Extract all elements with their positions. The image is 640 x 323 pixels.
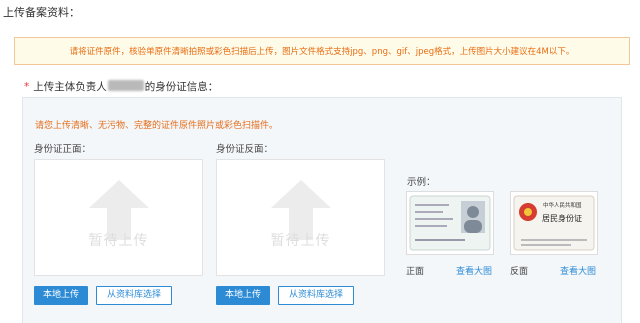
section-title: 上传备案资料： <box>3 6 80 19</box>
sample-back-card: 中华人民共和国 居民身份证 <box>510 191 598 255</box>
sample-front-card <box>406 191 494 255</box>
sample-back-caption: 反面 <box>510 267 529 277</box>
front-local-upload-button[interactable]: 本地上传 <box>34 286 88 305</box>
sample-back-view-large-link[interactable]: 查看大图 <box>560 264 596 277</box>
back-placeholder: 暂待上传 <box>270 233 331 249</box>
redacted-name <box>107 80 144 91</box>
notice-text: 请将证件原件，核验单原件清晰拍照或彩色扫描后上传，图片文件格式支持jpg、png… <box>69 47 575 57</box>
sample-back-title: 居民身份证 <box>542 214 582 223</box>
upload-heading: * 上传主体负责人 的身份证信息： <box>24 79 218 94</box>
upload-heading-prefix: 上传主体负责人 <box>33 81 107 93</box>
front-label: 身份证正面： <box>34 144 92 155</box>
id-front-illustration <box>409 195 491 251</box>
sample-back-header: 中华人民共和国 <box>543 203 582 209</box>
back-label: 身份证反面： <box>216 144 274 155</box>
sample-title: 示例： <box>407 177 436 188</box>
national-emblem-icon <box>519 203 537 221</box>
front-placeholder: 暂待上传 <box>88 233 149 249</box>
upload-tip: 请您上传清晰、无污物、完整的证件原件照片或彩色扫描件。 <box>35 121 279 131</box>
sample-front-caption: 正面 <box>406 267 425 277</box>
required-mark: * <box>24 81 30 93</box>
front-upload-area[interactable]: 暂待上传 <box>34 159 203 276</box>
back-upload-area[interactable]: 暂待上传 <box>216 159 385 276</box>
portrait-photo-icon <box>461 201 485 233</box>
sample-front-view-large-link[interactable]: 查看大图 <box>456 264 492 277</box>
back-local-upload-button[interactable]: 本地上传 <box>216 286 270 305</box>
upload-heading-suffix: 的身份证信息： <box>144 81 219 93</box>
notice-box: 请将证件原件，核验单原件清晰拍照或彩色扫描后上传，图片文件格式支持jpg、png… <box>14 37 630 65</box>
upload-panel: 请您上传清晰、无污物、完整的证件原件照片或彩色扫描件。 身份证正面： 暂待上传 … <box>22 97 622 323</box>
front-library-button[interactable]: 从资料库选择 <box>96 286 172 305</box>
back-library-button[interactable]: 从资料库选择 <box>278 286 354 305</box>
